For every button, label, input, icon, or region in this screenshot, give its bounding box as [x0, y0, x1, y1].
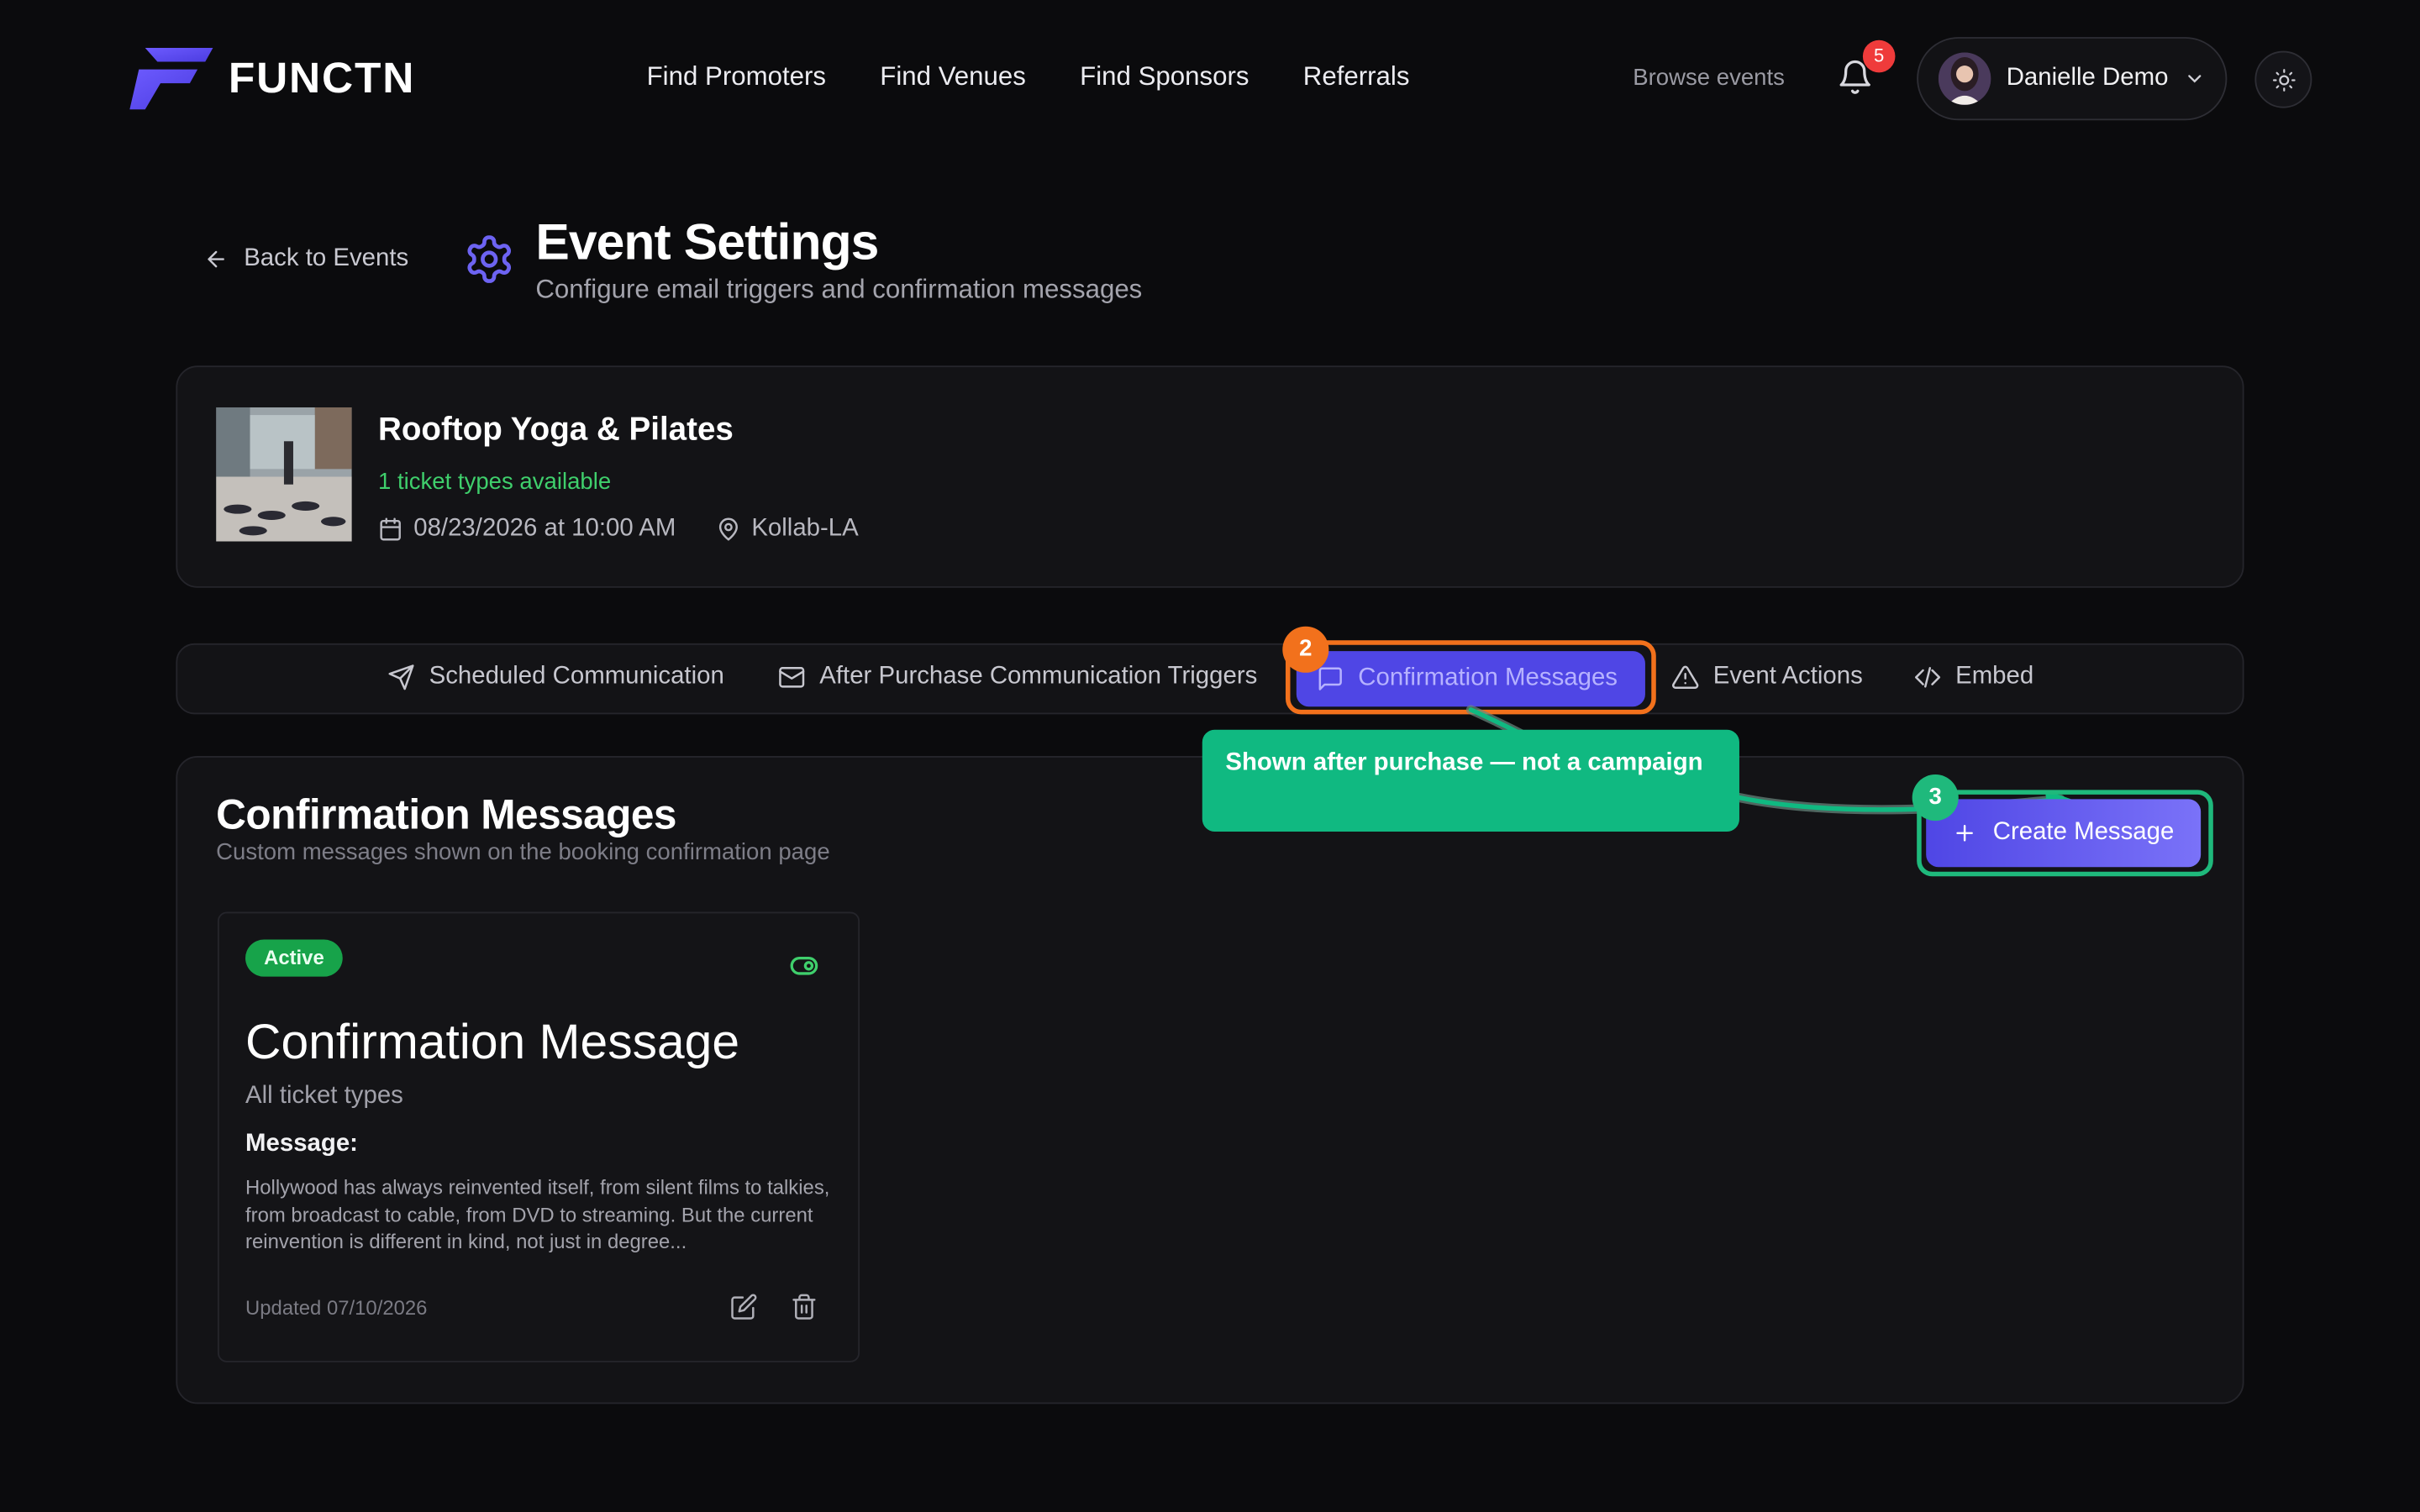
status-badge: Active	[245, 939, 343, 977]
message-updated: Updated 07/10/2026	[245, 1295, 428, 1320]
message-ticket-types: All ticket types	[245, 1083, 403, 1110]
toggle-on-icon	[790, 956, 818, 975]
active-toggle[interactable]	[790, 955, 818, 977]
message-label: Message:	[245, 1131, 358, 1158]
delete-message-button[interactable]	[790, 1293, 818, 1320]
annotation-tooltip: Shown after purchase — not a campaign	[1202, 729, 1739, 832]
message-title: Confirmation Message	[245, 1013, 740, 1069]
step-badge-button: 3	[1912, 774, 1959, 822]
highlight-create-button	[1917, 790, 2213, 877]
message-body: Hollywood has always reinvented itself, …	[245, 1175, 830, 1253]
edit-message-button[interactable]	[730, 1293, 758, 1320]
edit-icon	[731, 1294, 757, 1320]
trash-icon	[792, 1294, 816, 1320]
